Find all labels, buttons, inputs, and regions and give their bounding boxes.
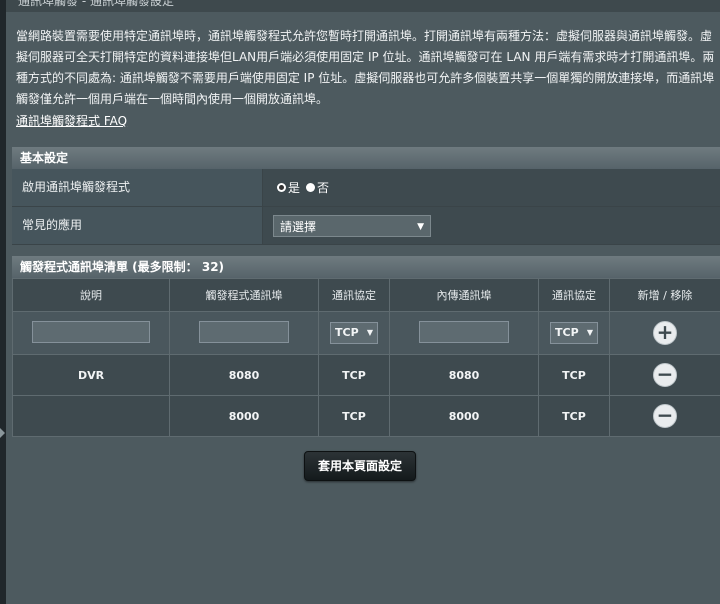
table-row: 8000 TCP 8000 TCP − bbox=[12, 395, 720, 437]
new-description-cell bbox=[12, 311, 170, 355]
page-title: 通訊埠觸發 - 通訊埠觸發設定 bbox=[18, 0, 174, 8]
enable-trigger-label: 啟用通訊埠觸發程式 bbox=[12, 169, 263, 206]
page-title-strip: 通訊埠觸發 - 通訊埠觸發設定 bbox=[6, 0, 720, 12]
enable-trigger-row: 啟用通訊埠觸發程式 是 否 bbox=[12, 169, 720, 207]
row-incoming-port: 8080 bbox=[389, 354, 539, 396]
apply-area: 套用本頁面設定 bbox=[0, 451, 720, 481]
minus-circle-icon[interactable]: − bbox=[653, 363, 677, 387]
description-text: 當網路裝置需要使用特定通訊埠時，通訊埠觸發程式允許您暫時打開通訊埠。打開通訊埠有… bbox=[16, 29, 715, 106]
table-header-row: 說明 觸發程式通訊埠 通訊協定 內傳通訊埠 通訊協定 新增 / 移除 bbox=[12, 278, 720, 312]
enable-yes-radio[interactable] bbox=[277, 183, 286, 192]
row-description: DVR bbox=[12, 354, 170, 396]
row-protocol-2: TCP bbox=[538, 354, 610, 396]
basic-settings-header: 基本設定 bbox=[12, 147, 720, 169]
new-protocol-cell: TCP ▼ bbox=[318, 311, 390, 355]
enable-no-label: 否 bbox=[317, 181, 330, 195]
remove-cell: − bbox=[609, 395, 720, 437]
main-content: 當網路裝置需要使用特定通訊埠時，通訊埠觸發程式允許您暫時打開通訊埠。打開通訊埠有… bbox=[12, 12, 720, 481]
left-frame-edge bbox=[0, 0, 6, 604]
remove-cell: − bbox=[609, 354, 720, 396]
plus-circle-icon[interactable]: + bbox=[653, 321, 677, 345]
trigger-list-section: 觸發程式通訊埠清單 (最多限制： 32) 說明 觸發程式通訊埠 通訊協定 內傳通… bbox=[12, 256, 720, 437]
common-app-value: 請選擇 bbox=[280, 219, 317, 234]
col-description: 說明 bbox=[12, 278, 170, 312]
minus-circle-icon[interactable]: − bbox=[653, 404, 677, 428]
row-protocol: TCP bbox=[318, 354, 390, 396]
new-description-input[interactable] bbox=[32, 320, 150, 343]
row-description bbox=[12, 395, 170, 437]
faq-link[interactable]: 通訊埠觸發程式 FAQ bbox=[16, 112, 127, 129]
trigger-list-header: 觸發程式通訊埠清單 (最多限制： 32) bbox=[12, 256, 720, 278]
collapse-arrow-icon[interactable] bbox=[0, 428, 5, 438]
enable-trigger-options: 是 否 bbox=[263, 169, 720, 206]
common-app-select[interactable]: 請選擇 ▼ bbox=[273, 214, 431, 237]
common-app-label: 常見的應用 bbox=[12, 207, 263, 244]
row-protocol-2: TCP bbox=[538, 395, 610, 437]
new-entry-row: TCP ▼ TCP ▼ + bbox=[12, 311, 720, 355]
enable-no-radio[interactable] bbox=[306, 183, 316, 192]
apply-button[interactable]: 套用本頁面設定 bbox=[304, 451, 416, 481]
basic-settings-section: 基本設定 啟用通訊埠觸發程式 是 否 常見的應用 請選擇 ▼ bbox=[12, 147, 720, 245]
enable-yes-label: 是 bbox=[288, 181, 301, 195]
chevron-down-icon: ▼ bbox=[366, 328, 373, 337]
new-protocol-2-cell: TCP ▼ bbox=[538, 311, 610, 355]
col-protocol-2: 通訊協定 bbox=[538, 278, 610, 312]
col-incoming-port: 內傳通訊埠 bbox=[389, 278, 539, 312]
new-protocol-value: TCP bbox=[335, 326, 359, 339]
col-add-remove: 新增 / 移除 bbox=[609, 278, 720, 312]
add-cell: + bbox=[609, 311, 720, 355]
chevron-down-icon: ▼ bbox=[586, 328, 593, 337]
col-trigger-port: 觸發程式通訊埠 bbox=[169, 278, 319, 312]
row-incoming-port: 8000 bbox=[389, 395, 539, 437]
row-trigger-port: 8000 bbox=[169, 395, 319, 437]
common-app-row: 常見的應用 請選擇 ▼ bbox=[12, 207, 720, 245]
col-protocol: 通訊協定 bbox=[318, 278, 390, 312]
common-app-cell: 請選擇 ▼ bbox=[263, 207, 720, 244]
row-trigger-port: 8080 bbox=[169, 354, 319, 396]
new-trigger-port-cell bbox=[169, 311, 319, 355]
trigger-port-table: 說明 觸發程式通訊埠 通訊協定 內傳通訊埠 通訊協定 新增 / 移除 TCP ▼ bbox=[12, 278, 720, 437]
table-row: DVR 8080 TCP 8080 TCP − bbox=[12, 354, 720, 396]
new-incoming-port-cell bbox=[389, 311, 539, 355]
new-incoming-port-input[interactable] bbox=[419, 320, 509, 343]
chevron-down-icon: ▼ bbox=[417, 221, 424, 232]
new-trigger-port-input[interactable] bbox=[199, 320, 289, 343]
row-protocol: TCP bbox=[318, 395, 390, 437]
new-protocol-2-value: TCP bbox=[555, 326, 579, 339]
new-protocol-select[interactable]: TCP ▼ bbox=[330, 322, 378, 344]
new-protocol-2-select[interactable]: TCP ▼ bbox=[550, 322, 598, 344]
